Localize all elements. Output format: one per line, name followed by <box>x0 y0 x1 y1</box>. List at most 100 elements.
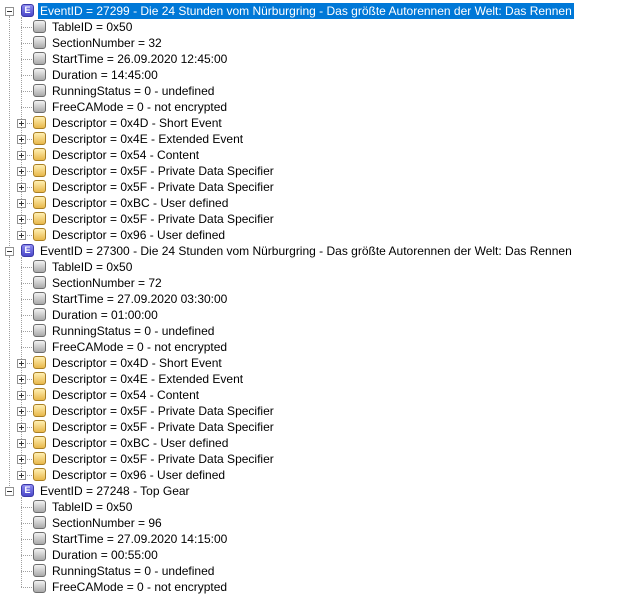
tree-node-field[interactable]: RunningStatus = 0 - undefined <box>0 83 623 99</box>
tree-connector-line <box>21 91 32 92</box>
tree-node-field[interactable]: TableID = 0x50 <box>0 499 623 515</box>
expand-toggle-icon[interactable] <box>17 183 26 192</box>
expand-toggle-icon[interactable] <box>17 167 26 176</box>
field-label: RunningStatus = 0 - undefined <box>52 84 215 98</box>
tree-node-descriptor[interactable]: Descriptor = 0x5F - Private Data Specifi… <box>0 403 623 419</box>
tree-node-descriptor[interactable]: Descriptor = 0x5F - Private Data Specifi… <box>0 211 623 227</box>
field-node-icon <box>33 500 46 513</box>
field-node-icon <box>33 580 46 593</box>
tree-connector-line <box>21 315 32 316</box>
tree-node-field[interactable]: SectionNumber = 32 <box>0 35 623 51</box>
tree-node-field[interactable]: StartTime = 26.09.2020 12:45:00 <box>0 51 623 67</box>
descriptor-label: Descriptor = 0x5F - Private Data Specifi… <box>52 180 274 194</box>
expand-toggle-icon[interactable] <box>17 199 26 208</box>
tree-node-event[interactable]: E EventID = 27248 - Top Gear <box>0 483 623 499</box>
descriptor-label: Descriptor = 0x5F - Private Data Specifi… <box>52 212 274 226</box>
collapse-toggle-icon[interactable] <box>5 487 14 496</box>
expand-toggle-icon[interactable] <box>17 391 26 400</box>
tree-connector-line <box>21 507 32 508</box>
tree-node-field[interactable]: StartTime = 27.09.2020 03:30:00 <box>0 291 623 307</box>
tree-connector-line <box>21 283 32 284</box>
field-label: Duration = 14:45:00 <box>52 68 158 82</box>
descriptor-label: Descriptor = 0x4E - Extended Event <box>52 372 244 386</box>
descriptor-label: Descriptor = 0x4E - Extended Event <box>52 132 244 146</box>
expand-toggle-icon[interactable] <box>17 471 26 480</box>
expand-toggle-icon[interactable] <box>17 455 26 464</box>
descriptor-label: Descriptor = 0x5F - Private Data Specifi… <box>52 404 274 418</box>
tree-node-field[interactable]: Duration = 00:55:00 <box>0 547 623 563</box>
field-node-icon <box>33 276 46 289</box>
expand-toggle-icon[interactable] <box>17 375 26 384</box>
expand-toggle-icon[interactable] <box>17 135 26 144</box>
expand-toggle-icon[interactable] <box>17 215 26 224</box>
collapse-toggle-icon[interactable] <box>5 247 14 256</box>
tree-node-field[interactable]: StartTime = 27.09.2020 14:15:00 <box>0 531 623 547</box>
descriptor-folder-icon <box>33 404 46 417</box>
field-label: Duration = 01:00:00 <box>52 308 158 322</box>
expand-toggle-icon[interactable] <box>17 119 26 128</box>
tree-node-descriptor[interactable]: Descriptor = 0x5F - Private Data Specifi… <box>0 179 623 195</box>
descriptor-label: Descriptor = 0x96 - User defined <box>52 228 226 242</box>
expand-toggle-icon[interactable] <box>17 151 26 160</box>
tree-connector-line <box>21 347 32 348</box>
field-label: Duration = 00:55:00 <box>52 548 158 562</box>
tree-node-descriptor[interactable]: Descriptor = 0x96 - User defined <box>0 227 623 243</box>
tree-node-field[interactable]: TableID = 0x50 <box>0 19 623 35</box>
field-label: TableID = 0x50 <box>52 20 133 34</box>
descriptor-folder-icon <box>33 436 46 449</box>
event-tree-view[interactable]: E EventID = 27299 - Die 24 Stunden vom Nü… <box>0 0 623 596</box>
tree-node-event[interactable]: E EventID = 27299 - Die 24 Stunden vom Nü… <box>0 3 623 19</box>
tree-node-descriptor[interactable]: Descriptor = 0x4D - Short Event <box>0 115 623 131</box>
tree-node-field[interactable]: TableID = 0x50 <box>0 259 623 275</box>
tree-node-descriptor[interactable]: Descriptor = 0x54 - Content <box>0 387 623 403</box>
expand-toggle-icon[interactable] <box>17 439 26 448</box>
descriptor-label: Descriptor = 0xBC - User defined <box>52 196 229 210</box>
tree-node-field[interactable]: FreeCAMode = 0 - not encrypted <box>0 99 623 115</box>
tree-node-descriptor[interactable]: Descriptor = 0x4E - Extended Event <box>0 371 623 387</box>
descriptor-folder-icon <box>33 468 46 481</box>
expand-toggle-icon[interactable] <box>17 359 26 368</box>
descriptor-folder-icon <box>33 164 46 177</box>
tree-node-descriptor[interactable]: Descriptor = 0x5F - Private Data Specifi… <box>0 419 623 435</box>
tree-node-field[interactable]: Duration = 14:45:00 <box>0 67 623 83</box>
tree-node-field[interactable]: SectionNumber = 72 <box>0 275 623 291</box>
tree-node-descriptor[interactable]: Descriptor = 0x4D - Short Event <box>0 355 623 371</box>
field-label: TableID = 0x50 <box>52 260 133 274</box>
tree-node-field[interactable]: Duration = 01:00:00 <box>0 307 623 323</box>
field-node-icon <box>33 20 46 33</box>
descriptor-label: Descriptor = 0x96 - User defined <box>52 468 226 482</box>
descriptor-folder-icon <box>33 452 46 465</box>
tree-connector-line <box>21 539 32 540</box>
tree-node-descriptor[interactable]: Descriptor = 0x5F - Private Data Specifi… <box>0 451 623 467</box>
tree-connector-line <box>21 107 32 108</box>
tree-node-field[interactable]: RunningStatus = 0 - undefined <box>0 563 623 579</box>
tree-root-line <box>9 16 10 246</box>
tree-connector-line <box>21 267 32 268</box>
tree-node-field[interactable]: SectionNumber = 96 <box>0 515 623 531</box>
field-label: TableID = 0x50 <box>52 500 133 514</box>
event-label: EventID = 27299 - Die 24 Stunden vom Nür… <box>38 3 574 19</box>
field-node-icon <box>33 564 46 577</box>
descriptor-folder-icon <box>33 132 46 145</box>
expand-toggle-icon[interactable] <box>17 423 26 432</box>
tree-node-descriptor[interactable]: Descriptor = 0x5F - Private Data Specifi… <box>0 163 623 179</box>
tree-node-event[interactable]: E EventID = 27300 - Die 24 Stunden vom Nü… <box>0 243 623 259</box>
expand-toggle-icon[interactable] <box>17 407 26 416</box>
tree-node-field[interactable]: FreeCAMode = 0 - not encrypted <box>0 339 623 355</box>
event-icon: E <box>21 244 34 257</box>
tree-node-descriptor[interactable]: Descriptor = 0x4E - Extended Event <box>0 131 623 147</box>
tree-node-descriptor[interactable]: Descriptor = 0x96 - User defined <box>0 467 623 483</box>
expand-toggle-icon[interactable] <box>17 231 26 240</box>
tree-node-descriptor[interactable]: Descriptor = 0x54 - Content <box>0 147 623 163</box>
tree-connector-line <box>21 27 32 28</box>
field-node-icon <box>33 36 46 49</box>
descriptor-folder-icon <box>33 420 46 433</box>
tree-node-descriptor[interactable]: Descriptor = 0xBC - User defined <box>0 195 623 211</box>
collapse-toggle-icon[interactable] <box>5 7 14 16</box>
tree-node-field[interactable]: FreeCAMode = 0 - not encrypted <box>0 579 623 595</box>
field-node-icon <box>33 340 46 353</box>
tree-node-descriptor[interactable]: Descriptor = 0xBC - User defined <box>0 435 623 451</box>
field-label: FreeCAMode = 0 - not encrypted <box>52 100 228 114</box>
field-label: StartTime = 26.09.2020 12:45:00 <box>52 52 228 66</box>
tree-node-field[interactable]: RunningStatus = 0 - undefined <box>0 323 623 339</box>
